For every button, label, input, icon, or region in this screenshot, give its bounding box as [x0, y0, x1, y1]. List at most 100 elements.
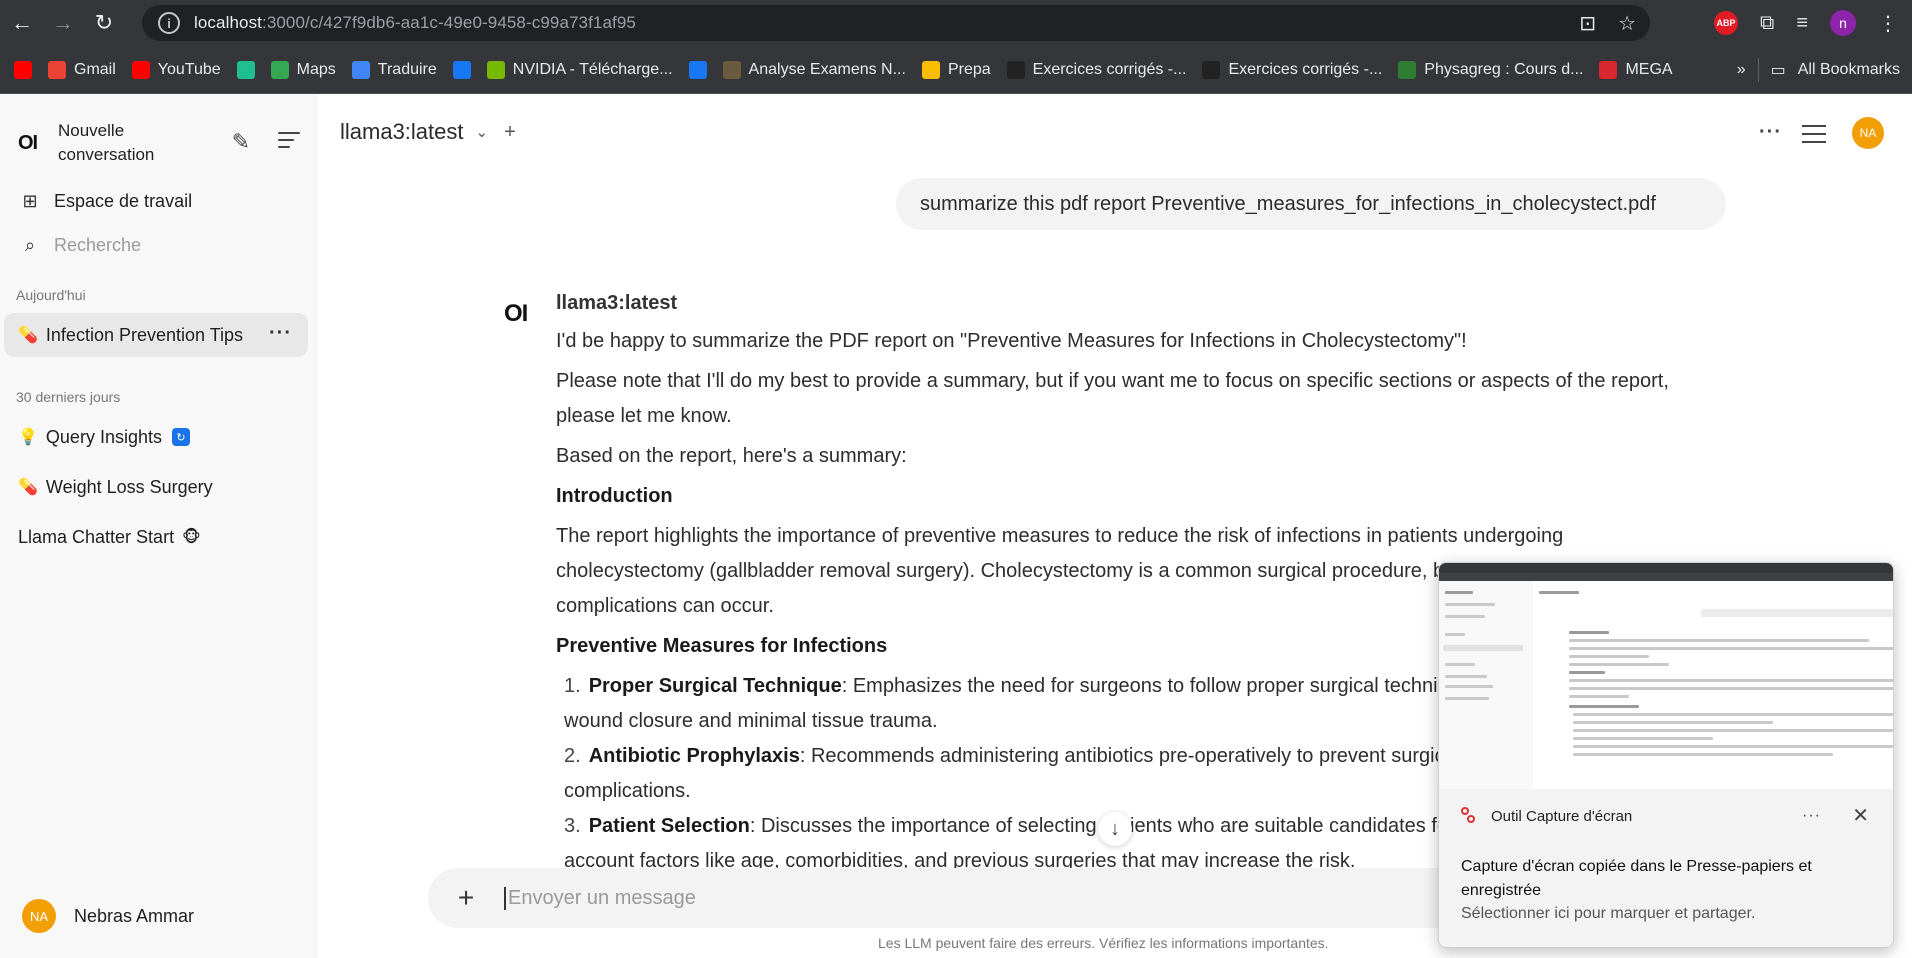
- close-icon[interactable]: ✕: [1852, 803, 1869, 828]
- sidebar-item-label: Espace de travail: [54, 190, 193, 211]
- new-chat-header[interactable]: OI Nouvelle conversation ✎: [18, 117, 300, 169]
- model-selector[interactable]: llama3:latest ⌄ +: [340, 119, 516, 145]
- user-name[interactable]: Nebras Ammar: [74, 906, 194, 927]
- chat-item-query-insights[interactable]: 💡 Query Insights ↻: [4, 415, 308, 459]
- user-message: summarize this pdf report Preventive_mea…: [896, 178, 1726, 230]
- workspace-grid-icon: ⊞: [22, 190, 38, 211]
- bookmark-item[interactable]: Physagreg : Cours d...: [1390, 54, 1591, 86]
- address-bar[interactable]: i localhost:3000/c/427f9db6-aa1c-49e0-94…: [142, 5, 1650, 41]
- chat-item-infection-prevention[interactable]: 💊 Infection Prevention Tips ···: [4, 313, 308, 357]
- bookmark-item[interactable]: Maps: [263, 54, 344, 86]
- bookmark-item[interactable]: YouTube: [124, 54, 229, 86]
- message-input[interactable]: [504, 886, 1404, 910]
- pill-emoji-icon: 💊: [18, 327, 38, 344]
- new-chat-label[interactable]: Nouvelle conversation: [58, 119, 198, 167]
- bookmark-label: NVIDIA - Télécharge...: [512, 60, 673, 78]
- bookmark-item[interactable]: [6, 54, 40, 86]
- facebook-logo-icon: [452, 60, 471, 79]
- bookmark-label: Analyse Examens N...: [748, 60, 906, 78]
- divider: [1757, 58, 1759, 82]
- add-model-icon[interactable]: +: [504, 121, 516, 144]
- bookmark-item[interactable]: Exercices corrigés -...: [1194, 54, 1390, 86]
- site-info-icon[interactable]: i: [158, 12, 180, 34]
- chat-title[interactable]: Weight Loss Surgery: [46, 477, 213, 498]
- adblock-extension-icon[interactable]: ABP: [1714, 11, 1739, 35]
- avatar[interactable]: NA: [1852, 117, 1884, 149]
- back-button[interactable]: ←: [3, 4, 41, 42]
- install-app-icon[interactable]: ⊡: [1579, 11, 1596, 36]
- nvidia-logo-icon: [486, 60, 505, 79]
- chat-title[interactable]: Query Insights: [46, 427, 162, 448]
- chat-item-weight-loss[interactable]: 💊 Weight Loss Surgery: [4, 465, 308, 509]
- folder-icon: ▭: [1770, 62, 1786, 79]
- bookmark-item[interactable]: NVIDIA - Télécharge...: [479, 54, 681, 86]
- section-today: Aujourd'hui: [16, 287, 86, 303]
- sidebar: OI Nouvelle conversation ✎ ⊞ Espace de t…: [0, 95, 318, 958]
- refresh-emoji-icon: ↻: [171, 428, 190, 446]
- bookmark-item[interactable]: MEGA: [1591, 54, 1680, 86]
- maps-pin-icon: [270, 60, 289, 79]
- reload-button[interactable]: ↻: [85, 4, 123, 42]
- extensions-puzzle-icon[interactable]: ⧉: [1760, 12, 1774, 35]
- media-controls-icon[interactable]: ≡: [1796, 12, 1808, 35]
- bookmark-label: Exercices corrigés -...: [1032, 60, 1187, 78]
- forward-button[interactable]: →: [44, 4, 82, 42]
- youtube-logo-icon: [14, 60, 32, 79]
- notification-app-name: Outil Capture d'écran: [1491, 807, 1633, 825]
- f-logo-icon: [236, 60, 255, 79]
- search-placeholder[interactable]: Recherche: [54, 235, 141, 256]
- search-icon: ⌕: [24, 234, 36, 255]
- bookmark-item[interactable]: Gmail: [40, 54, 124, 86]
- mega-logo-icon: [1599, 60, 1618, 79]
- bookmark-item[interactable]: Analyse Examens N...: [715, 54, 914, 86]
- youtube-logo-icon: [131, 60, 150, 79]
- assistant-logo: OI: [504, 300, 528, 327]
- bookmark-label: MEGA: [1625, 60, 1673, 78]
- chat-options-icon[interactable]: ···: [269, 322, 292, 345]
- chat-item-llama-chatter[interactable]: Llama Chatter Start 🐵: [4, 515, 308, 559]
- chevron-down-icon[interactable]: ⌄: [476, 123, 489, 141]
- triangle-logo-icon: [1202, 60, 1221, 79]
- url-text[interactable]: localhost:3000/c/427f9db6-aa1c-49e0-9458…: [194, 13, 636, 33]
- chrome-menu-icon[interactable]: ⋮: [1878, 11, 1898, 36]
- bookmark-item[interactable]: [681, 54, 715, 86]
- pill-emoji-icon: 💊: [18, 479, 38, 496]
- bookmark-item[interactable]: Exercices corrigés -...: [999, 54, 1195, 86]
- sidebar-toggle-icon[interactable]: [278, 127, 300, 153]
- screenshot-thumbnail[interactable]: [1439, 563, 1893, 789]
- bookmark-item[interactable]: Traduire: [344, 54, 445, 86]
- sidebar-search[interactable]: ⌕ Recherche: [4, 223, 310, 267]
- controls-sliders-icon[interactable]: [1802, 119, 1826, 149]
- model-name[interactable]: llama3:latest: [340, 119, 464, 145]
- bookmark-label: Exercices corrigés -...: [1228, 60, 1383, 78]
- lightbulb-emoji-icon: 💡: [18, 429, 38, 446]
- bookmark-label: Traduire: [377, 60, 437, 78]
- all-bookmarks-link[interactable]: All Bookmarks: [1798, 61, 1900, 79]
- more-options-icon[interactable]: ···: [1759, 121, 1782, 144]
- notification-title: Capture d'écran copiée dans le Presse-pa…: [1461, 858, 1812, 899]
- message-paragraph: Based on the report, here's a summary:: [556, 445, 907, 467]
- scroll-to-bottom-button[interactable]: ↓: [1098, 812, 1132, 846]
- user-menu[interactable]: NA Nebras Ammar: [22, 899, 194, 933]
- message-paragraph: Please note that I'll do my best to prov…: [556, 370, 1669, 427]
- bookmark-item[interactable]: [229, 54, 263, 86]
- disclaimer-text: Les LLM peuvent faire des erreurs. Vérif…: [878, 935, 1329, 951]
- attach-plus-icon[interactable]: +: [448, 882, 484, 914]
- bookmark-label: Prepa: [947, 60, 991, 78]
- new-chat-edit-icon[interactable]: ✎: [232, 129, 250, 155]
- bookmark-star-icon[interactable]: ☆: [1618, 11, 1636, 36]
- bookmarks-bar: Gmail YouTube Maps Traduire NVIDIA - Télécha…: [0, 46, 1912, 94]
- bookmark-item[interactable]: Prepa: [914, 54, 999, 86]
- bookmark-label: Physagreg : Cours d...: [1424, 60, 1584, 78]
- profile-avatar[interactable]: n: [1830, 10, 1856, 36]
- bookmark-item[interactable]: [445, 54, 479, 86]
- snipping-tool-notification[interactable]: Outil Capture d'écran ··· ✕ Capture d'éc…: [1438, 562, 1894, 948]
- sidebar-item-workspace[interactable]: ⊞ Espace de travail: [4, 179, 310, 223]
- avatar[interactable]: NA: [22, 899, 56, 933]
- drive-logo-icon: [921, 60, 940, 79]
- more-bookmarks-icon[interactable]: »: [1737, 61, 1746, 79]
- translate-logo-icon: [351, 60, 370, 79]
- notification-options-icon[interactable]: ···: [1802, 807, 1821, 825]
- chat-title[interactable]: Llama Chatter Start: [18, 527, 174, 548]
- chat-title[interactable]: Infection Prevention Tips: [46, 325, 243, 346]
